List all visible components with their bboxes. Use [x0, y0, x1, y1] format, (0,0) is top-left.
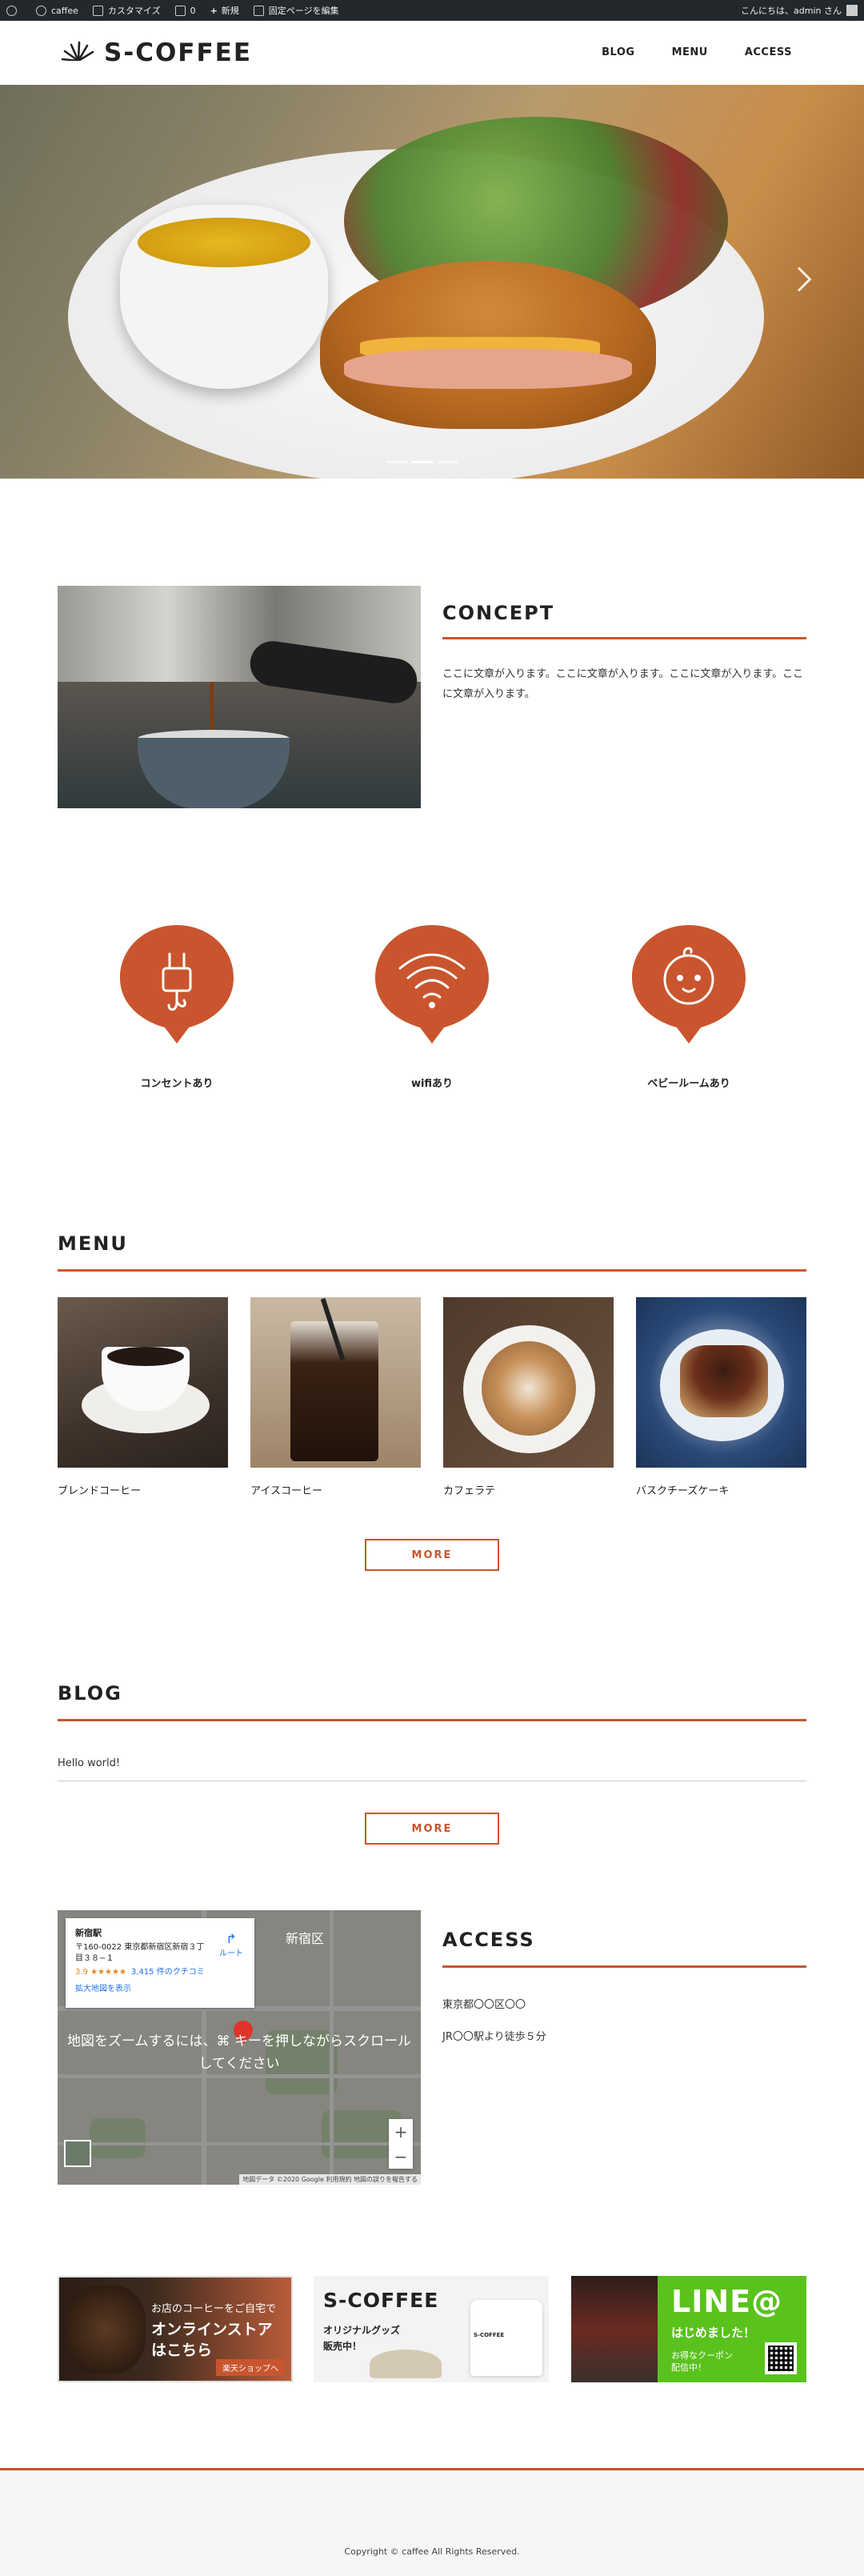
concept-title: CONCEPT: [442, 602, 555, 624]
access-address: 東京都〇〇区〇〇: [442, 1999, 526, 2011]
wordpress-logo-icon[interactable]: [6, 5, 22, 16]
feature-wifi: wifiあり: [368, 922, 496, 1090]
menu-card-latte[interactable]: カフェラテ: [443, 1297, 614, 1497]
blog-divider: [58, 1719, 806, 1721]
site-header: S-COFFEE BLOG MENU ACCESS: [0, 21, 864, 85]
menu-divider: [58, 1269, 806, 1272]
line-banner[interactable]: LINE@ はじめました！ お得なクーポン 配信中！: [571, 2276, 806, 2382]
feature-outlet: コンセントあり: [113, 922, 241, 1090]
menu-card-blend[interactable]: ブレンドコーヒー: [58, 1297, 228, 1497]
wifi-icon: [375, 925, 489, 1044]
comment-icon: [174, 5, 186, 16]
concept-espresso-image: [58, 586, 421, 808]
map-place-card: 新宿駅 〒160-0022 東京都新宿区新宿３丁目３８−１ 3.9 ★★★★★ 3…: [66, 1918, 254, 2008]
google-map[interactable]: 新宿駅 〒160-0022 東京都新宿区新宿３丁目３８−１ 3.9 ★★★★★ 3…: [58, 1910, 421, 2185]
map-satellite-toggle[interactable]: [64, 2140, 91, 2167]
map-reviews-link[interactable]: 3,415 件のクチコミ: [131, 1968, 205, 1977]
access-title: ACCESS: [442, 1929, 535, 1951]
blog-title: BLOG: [58, 1682, 122, 1705]
site-footer: Copyright © caffee All Rights Reserved.: [0, 2468, 864, 2576]
menu-title: MENU: [58, 1232, 128, 1255]
map-route-link[interactable]: ↱ ルート: [219, 1931, 243, 1958]
nav-menu[interactable]: MENU: [672, 46, 708, 58]
feature-baby-room: ベビールームあり: [625, 922, 753, 1090]
admin-bar-customize[interactable]: カスタマイズ: [92, 4, 161, 17]
hero-slider[interactable]: [0, 85, 864, 479]
concept-text: ここに文章が入ります。ここに文章が入ります。ここに文章が入ります。ここに文章が入…: [442, 668, 804, 700]
menu-more-button[interactable]: MORE: [365, 1539, 499, 1571]
next-arrow-icon[interactable]: [786, 266, 812, 292]
admin-bar-site-link[interactable]: caffee: [36, 5, 78, 16]
logo-text: S-COFFEE: [104, 38, 253, 67]
rakuten-shop-button[interactable]: 楽天ショップへ: [216, 2359, 285, 2376]
map-zoom-message: 地図をズームするには、⌘ キーを押しながらスクロールしてください: [67, 2033, 411, 2072]
directions-icon: ↱: [226, 1931, 237, 1946]
blend-coffee-image: [58, 1297, 228, 1468]
home-icon: [36, 5, 46, 16]
admin-bar: caffee カスタマイズ 0 + 新規 固定ページを編集 こんにちは、admin…: [0, 0, 864, 21]
concept-divider: [442, 637, 806, 639]
menu-card-iced[interactable]: アイスコーヒー: [250, 1297, 421, 1497]
blog-more-button[interactable]: MORE: [365, 1813, 499, 1845]
map-zoom-controls: + −: [389, 2119, 413, 2169]
zoom-out-button[interactable]: −: [394, 2147, 408, 2166]
admin-bar-comments[interactable]: 0: [174, 5, 196, 16]
admin-bar-new[interactable]: + 新規: [210, 4, 239, 17]
admin-bar-edit-page[interactable]: 固定ページを編集: [253, 4, 339, 17]
main-nav: BLOG MENU ACCESS: [565, 46, 792, 58]
baby-icon: [632, 925, 746, 1044]
hero-soup-image: [120, 205, 328, 389]
basque-cheesecake-image: [636, 1297, 806, 1468]
plug-icon: [120, 925, 234, 1044]
avatar: [846, 5, 858, 16]
menu-card-cheesecake[interactable]: バスクチーズケーキ: [636, 1297, 806, 1497]
admin-bar-account[interactable]: こんにちは、admin さん: [741, 4, 858, 17]
nav-access[interactable]: ACCESS: [745, 46, 792, 58]
goods-banner[interactable]: S-COFFEE オリジナルグッズ 販売中！ S-COFFEE: [314, 2276, 549, 2382]
hero-ham-image: [344, 349, 632, 389]
plus-icon: +: [210, 5, 218, 16]
slider-dot[interactable]: [438, 461, 458, 463]
online-store-banner[interactable]: お店のコーヒーをご自宅で オンラインストア はこちら 楽天ショップへ: [58, 2276, 293, 2382]
cafe-latte-image: [443, 1297, 614, 1468]
brush-icon: [92, 5, 103, 16]
nav-blog[interactable]: BLOG: [602, 46, 634, 58]
access-directions: JR〇〇駅より徒歩５分: [442, 2031, 546, 2043]
copyright-text: Copyright © caffee All Rights Reserved.: [344, 2546, 520, 2557]
slider-dot[interactable]: [386, 461, 407, 463]
coffee-beans-image: [66, 2286, 146, 2374]
storefront-image: [571, 2276, 658, 2382]
access-divider: [442, 1965, 806, 1968]
map-district-label: 新宿区: [286, 1931, 325, 1946]
slider-dot-active[interactable]: [412, 461, 433, 463]
slider-pagination: [384, 461, 461, 463]
blog-post-link[interactable]: Hello world!: [58, 1757, 806, 1781]
site-logo[interactable]: S-COFFEE: [58, 38, 252, 67]
pencil-icon: [253, 5, 264, 16]
map-attribution: 地図データ ©2020 Google 利用規約 地図の誤りを報告する: [239, 2174, 421, 2185]
qr-code-icon: [765, 2342, 797, 2374]
map-enlarge-link[interactable]: 拡大地図を表示: [75, 1981, 245, 1993]
zoom-in-button[interactable]: +: [394, 2122, 408, 2141]
sunburst-logo-icon: [58, 41, 99, 66]
iced-coffee-image: [250, 1297, 421, 1468]
cap-image: [370, 2350, 442, 2378]
